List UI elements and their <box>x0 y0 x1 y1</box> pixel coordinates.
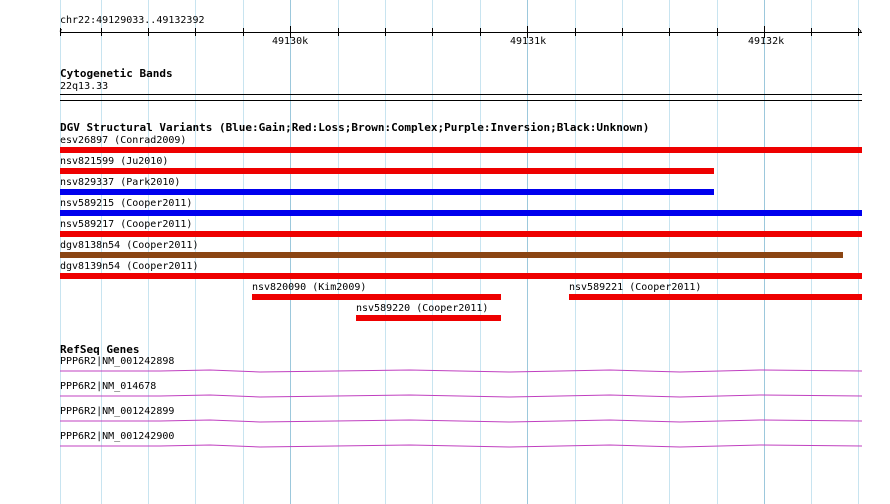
gene-model[interactable] <box>60 368 862 374</box>
ruler-tick-label: 49130k <box>272 36 309 47</box>
variant-bar[interactable] <box>60 189 714 195</box>
gene-label: PPP6R2|NM_014678 <box>60 381 157 392</box>
cytoband-bottom-line <box>60 100 862 101</box>
cytoband-label: 22q13.33 <box>60 81 109 92</box>
gene-intron-line <box>60 394 862 398</box>
gene-intron-line <box>60 444 862 448</box>
gene-label: PPP6R2|NM_001242899 <box>60 406 175 417</box>
variant-bar[interactable] <box>60 210 862 216</box>
dgv-track-title[interactable]: DGV Structural Variants (Blue:Gain;Red:L… <box>60 122 649 134</box>
variant-label: nsv829337 (Park2010) <box>60 177 181 188</box>
location-label: chr22:49129033..49132392 <box>60 15 205 26</box>
variant-label: nsv589217 (Cooper2011) <box>60 219 193 230</box>
gene-model[interactable] <box>60 418 862 424</box>
variant-bar[interactable] <box>60 147 862 153</box>
variant-label: dgv8138n54 (Cooper2011) <box>60 240 199 251</box>
gene-label: PPP6R2|NM_001242900 <box>60 431 175 442</box>
ruler-right-arrow-icon: › <box>857 26 864 37</box>
gene-intron-line <box>60 369 862 373</box>
variant-label: nsv821599 (Ju2010) <box>60 156 169 167</box>
variant-label: esv26897 (Conrad2009) <box>60 135 187 146</box>
variant-bar[interactable] <box>356 315 501 321</box>
variant-label: nsv589220 (Cooper2011) <box>356 303 489 314</box>
ruler-tick-label: 49131k <box>510 36 547 47</box>
variant-bar[interactable] <box>569 294 862 300</box>
ruler-left-arrow-icon: ‹ <box>58 26 65 37</box>
variant-label: nsv820090 (Kim2009) <box>252 282 367 293</box>
variant-bar[interactable] <box>60 168 714 174</box>
ruler-line <box>60 32 862 33</box>
variant-label: dgv8139n54 (Cooper2011) <box>60 261 199 272</box>
cytoband-track-title[interactable]: Cytogenetic Bands <box>60 68 173 80</box>
variant-label: nsv589221 (Cooper2011) <box>569 282 702 293</box>
ruler-tick-label: 49132k <box>748 36 785 47</box>
variant-bar[interactable] <box>252 294 501 300</box>
gene-label: PPP6R2|NM_001242898 <box>60 356 175 367</box>
cytoband-top-line <box>60 94 862 95</box>
gene-intron-line <box>60 419 862 423</box>
gene-model[interactable] <box>60 443 862 449</box>
refseq-track-title[interactable]: RefSeq Genes <box>60 344 139 356</box>
variant-bar[interactable] <box>60 273 862 279</box>
gene-model[interactable] <box>60 393 862 399</box>
variant-bar[interactable] <box>60 252 843 258</box>
variant-bar[interactable] <box>60 231 862 237</box>
variant-label: nsv589215 (Cooper2011) <box>60 198 193 209</box>
